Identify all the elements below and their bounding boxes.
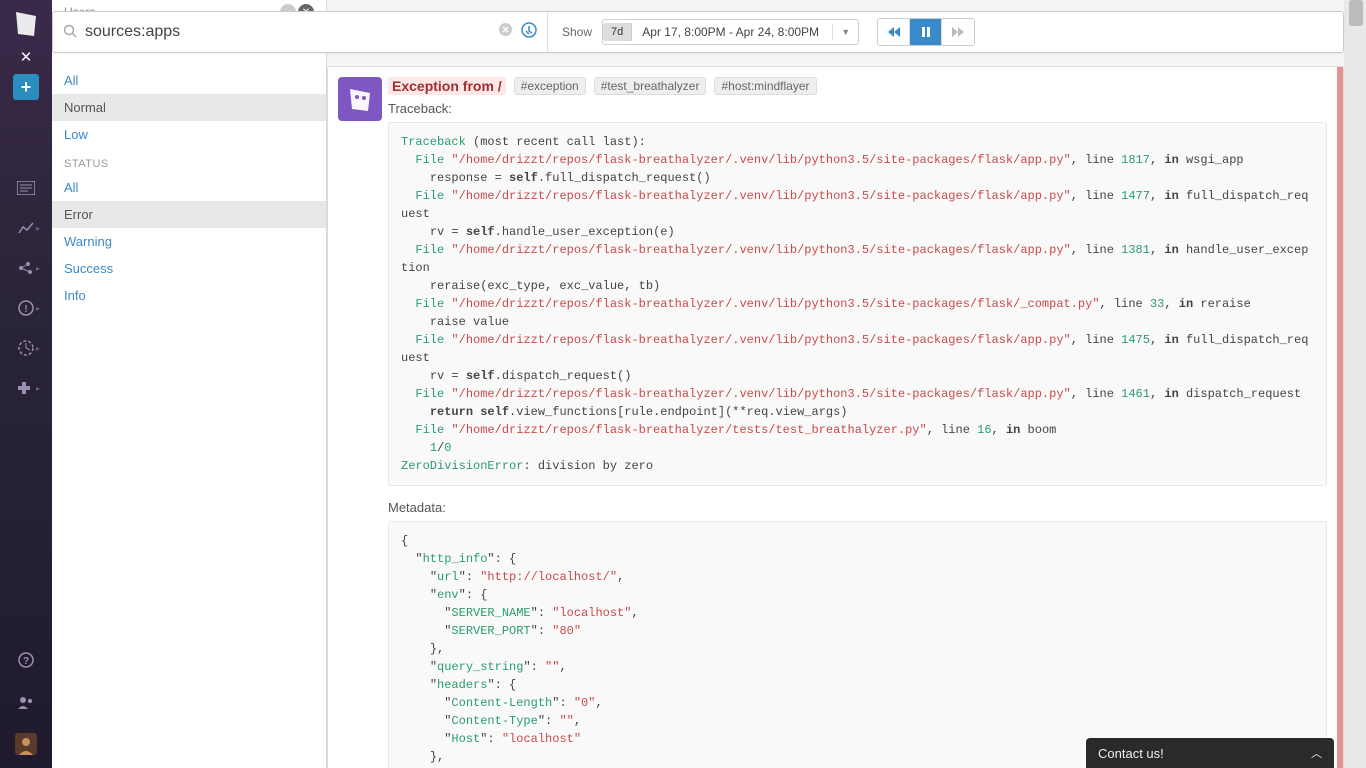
- metadata-label: Metadata:: [388, 500, 1327, 515]
- close-icon[interactable]: ✕: [20, 48, 33, 66]
- filter-sidebar: Users ‹ ✕ All Normal Low STATUS All Erro…: [52, 0, 327, 768]
- top-bar: Show 7d Apr 17, 8:00PM - Apr 24, 8:00PM …: [52, 11, 1344, 53]
- forward-button[interactable]: [942, 19, 974, 45]
- team-icon[interactable]: [8, 684, 44, 720]
- metadata-code-block[interactable]: { "http_info": { "url": "http://localhos…: [388, 521, 1327, 768]
- svg-text:?: ?: [23, 656, 29, 667]
- integrations-icon[interactable]: [8, 370, 44, 406]
- severity-indicator: [1337, 67, 1343, 768]
- search-wrap: [53, 12, 548, 52]
- filter-status-all[interactable]: All: [52, 174, 326, 201]
- contact-label: Contact us!: [1098, 746, 1164, 761]
- filter-priority-low[interactable]: Low: [52, 121, 326, 148]
- search-input[interactable]: [85, 23, 498, 41]
- help-icon[interactable]: ?: [8, 642, 44, 678]
- event-card: Exception from / #exception #test_breath…: [327, 66, 1344, 768]
- event-tag[interactable]: #exception: [514, 77, 586, 95]
- search-icon: [63, 24, 77, 41]
- time-preset[interactable]: 7d: [603, 23, 632, 41]
- event-stream[interactable]: Exception from / #exception #test_breath…: [327, 0, 1344, 768]
- svg-text:!: !: [24, 304, 27, 315]
- clear-search-icon[interactable]: [498, 22, 513, 42]
- time-picker[interactable]: 7d Apr 17, 8:00PM - Apr 24, 8:00PM ▼: [602, 19, 859, 45]
- filter-status-error[interactable]: Error: [52, 201, 326, 228]
- datadog-logo[interactable]: [8, 6, 44, 42]
- scrollbar-thumb[interactable]: [1349, 0, 1363, 26]
- filter-priority-all[interactable]: All: [52, 67, 326, 94]
- status-section-label: STATUS: [52, 148, 326, 174]
- event-source-avatar[interactable]: [338, 77, 382, 121]
- metrics-icon[interactable]: [8, 330, 44, 366]
- event-tag[interactable]: #test_breathalyzer: [594, 77, 707, 95]
- dashboards-icon[interactable]: [8, 210, 44, 246]
- filter-status-warning[interactable]: Warning: [52, 228, 326, 255]
- user-avatar-icon[interactable]: [8, 726, 44, 762]
- save-search-icon[interactable]: [521, 22, 537, 43]
- traceback-label: Traceback:: [388, 101, 1327, 116]
- show-label: Show: [562, 25, 592, 39]
- event-title: Exception from /: [388, 77, 506, 95]
- events-icon[interactable]: [8, 170, 44, 206]
- filter-priority-normal[interactable]: Normal: [52, 94, 326, 121]
- rewind-button[interactable]: [878, 19, 910, 45]
- scrollbar-track[interactable]: [1344, 0, 1366, 768]
- filter-status-success[interactable]: Success: [52, 255, 326, 282]
- play-controls: [877, 18, 975, 46]
- chevron-up-icon: ︿: [1311, 745, 1322, 761]
- time-range[interactable]: Apr 17, 8:00PM - Apr 24, 8:00PM: [632, 22, 832, 42]
- left-vertical-nav: ✕ + ! ?: [0, 0, 52, 768]
- event-tag[interactable]: #host:mindflayer: [714, 77, 816, 95]
- infrastructure-icon[interactable]: [8, 250, 44, 286]
- traceback-code-block[interactable]: Traceback (most recent call last): File …: [388, 122, 1327, 486]
- time-dropdown-icon[interactable]: ▼: [832, 24, 858, 40]
- filter-status-info[interactable]: Info: [52, 282, 326, 309]
- pause-button[interactable]: [910, 19, 942, 45]
- time-controls: Show 7d Apr 17, 8:00PM - Apr 24, 8:00PM …: [548, 18, 989, 46]
- contact-widget[interactable]: Contact us! ︿: [1086, 738, 1334, 768]
- monitors-icon[interactable]: !: [8, 290, 44, 326]
- add-button[interactable]: +: [13, 74, 39, 100]
